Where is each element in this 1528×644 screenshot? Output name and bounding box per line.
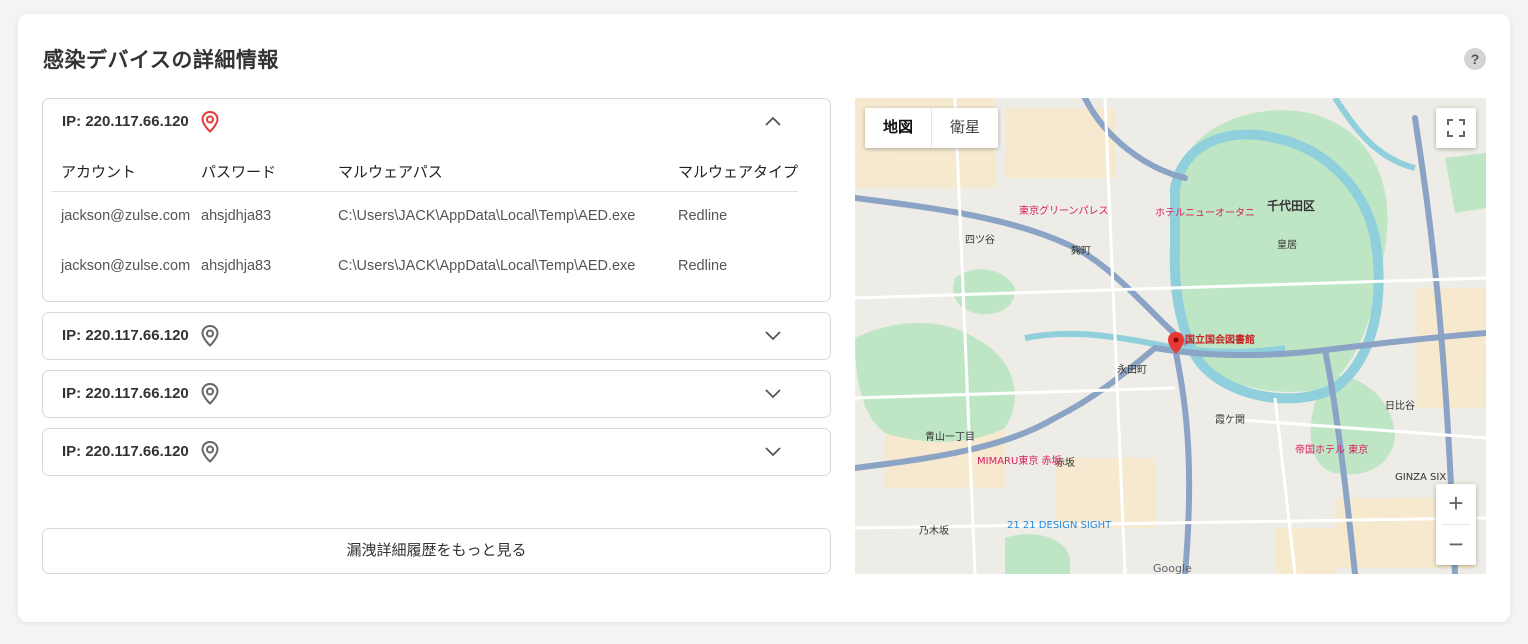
column-header-account: アカウント — [51, 153, 191, 192]
device-panel-header[interactable]: IP: 220.117.66.120 — [43, 313, 830, 359]
device-ip: IP: 220.117.66.120 — [62, 327, 189, 344]
map-label-yotsuya: 四ツ谷 — [965, 234, 995, 246]
show-more-history-button[interactable]: 漏洩詳細履歴をもっと見る — [42, 528, 831, 574]
password-cell: ahsjdhja83 — [201, 208, 272, 225]
fullscreen-icon — [1447, 119, 1465, 137]
column-header-malware-type: マルウェアタイプ — [668, 153, 798, 192]
map-label-kokyo: 皇居 — [1277, 238, 1297, 251]
location-pin-icon[interactable] — [199, 110, 221, 134]
device-panel-header[interactable]: IP: 220.117.66.120 — [43, 429, 830, 475]
column-header-password: パスワード — [191, 153, 328, 192]
malware-type-cell: Redline — [678, 258, 728, 274]
map-label-nogizaka: 乃木坂 — [919, 525, 949, 537]
map-label-hotel: ホテルニューオータニ — [1155, 207, 1255, 219]
map-label-ginza-six: GINZA SIX — [1395, 472, 1446, 483]
device-ip: IP: 220.117.66.120 — [62, 113, 189, 130]
table-header-row: アカウント パスワード マルウェアパス マルウェアタイプ — [51, 153, 798, 192]
device-panel-header[interactable]: IP: 220.117.66.120 — [43, 371, 830, 417]
fullscreen-button[interactable] — [1436, 108, 1476, 148]
malware-path-cell: C:\Users\JACK\AppData\Local\Temp\AED.exe — [338, 258, 636, 274]
device-panel: IP: 220.117.66.120 — [42, 428, 831, 476]
zoom-out-button[interactable]: − — [1436, 525, 1476, 565]
account-cell: jackson@zulse.com — [61, 258, 191, 274]
chevron-up-icon[interactable] — [764, 114, 782, 128]
map-type-control: 地図 衛星 — [865, 108, 999, 148]
device-ip: IP: 220.117.66.120 — [62, 443, 189, 460]
device-ip: IP: 220.117.66.120 — [62, 385, 189, 402]
map-label-hibiya: 日比谷 — [1385, 400, 1415, 412]
malware-path-cell: C:\Users\JACK\AppData\Local\Temp\AED.exe — [338, 208, 636, 225]
map-label-kokai: 国立国会図書館 — [1185, 333, 1255, 346]
map-label-kasumigaseki: 霞ケ関 — [1215, 414, 1245, 426]
device-panel: IP: 220.117.66.120 — [42, 370, 831, 418]
map-type-map-button[interactable]: 地図 — [865, 108, 933, 148]
column-header-malware-path: マルウェアパス — [328, 153, 668, 192]
map-type-satellite-button[interactable]: 衛星 — [932, 108, 998, 148]
location-pin-icon[interactable] — [199, 382, 221, 406]
chevron-down-icon[interactable] — [764, 444, 782, 458]
zoom-in-button[interactable]: + — [1436, 484, 1476, 524]
account-cell: jackson@zulse.com — [61, 208, 191, 225]
map-label-imperial-hotel: 帝国ホテル 東京 — [1295, 443, 1368, 456]
map-label-kojimachi: 麹町 — [1071, 244, 1091, 257]
device-panel: IP: 220.117.66.120 アカウント パスワード マルウェアパス マ… — [42, 98, 831, 302]
password-cell: ahsjdhja83 — [201, 258, 272, 274]
chevron-down-icon[interactable] — [764, 328, 782, 342]
map-view[interactable]: 国立国会図書館 千代田区 皇居 東京グリーンパレス ホテルニューオータニ 赤坂 … — [855, 98, 1486, 574]
map-label-design-sight: 21 21 DESIGN SIGHT — [1007, 520, 1112, 531]
device-panel-header[interactable]: IP: 220.117.66.120 — [43, 99, 830, 145]
map-label-google: Google — [1153, 562, 1192, 574]
location-pin-icon[interactable] — [199, 324, 221, 348]
help-button[interactable]: ? — [1464, 48, 1486, 70]
map-label-nagatacho: 永田町 — [1117, 363, 1147, 376]
device-panel: IP: 220.117.66.120 — [42, 312, 831, 360]
table-row: jackson@zulse.com ahsjdhja83 C:\Users\JA… — [51, 241, 798, 291]
table-row: jackson@zulse.com ahsjdhja83 C:\Users\JA… — [51, 191, 798, 241]
map-label-mimaru: MIMARU東京 赤坂 — [977, 454, 1062, 467]
zoom-control: + − — [1436, 484, 1476, 565]
map-label-tokyo-green: 東京グリーンパレス — [1019, 204, 1109, 217]
chevron-down-icon[interactable] — [764, 386, 782, 400]
account-table: アカウント パスワード マルウェアパス マルウェアタイプ jackson@zul… — [51, 153, 798, 291]
map-label-chiyoda: 千代田区 — [1267, 198, 1315, 213]
map-label-aoyama: 青山一丁目 — [925, 430, 975, 443]
location-pin-icon[interactable] — [199, 440, 221, 464]
malware-type-cell: Redline — [678, 208, 728, 225]
page-title: 感染デバイスの詳細情報 — [43, 49, 279, 72]
map-canvas[interactable]: 国立国会図書館 千代田区 皇居 東京グリーンパレス ホテルニューオータニ 赤坂 … — [855, 98, 1486, 574]
infected-devices-card: 感染デバイスの詳細情報 ? IP: 220.117.66.120 アカウント パ… — [18, 14, 1510, 622]
